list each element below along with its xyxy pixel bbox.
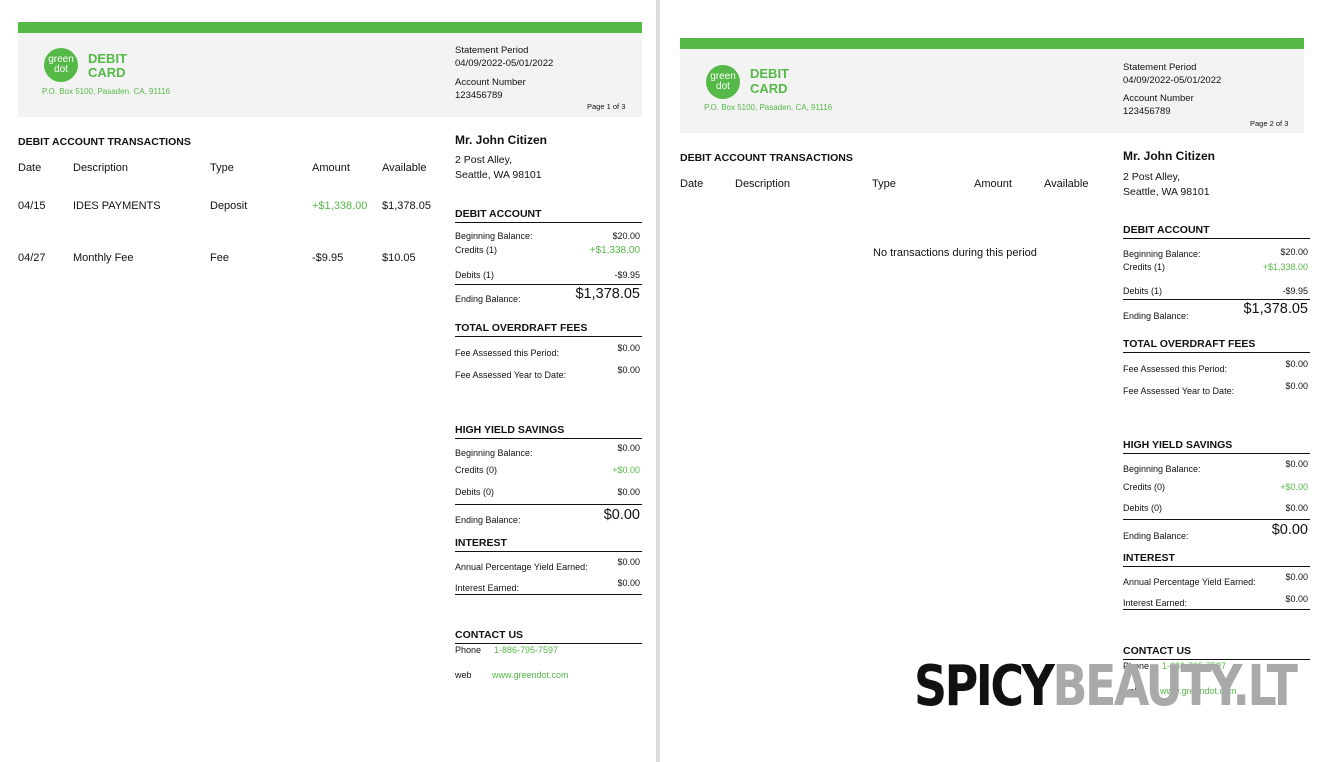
contact-title: CONTACT US	[455, 629, 642, 644]
column-description: Description	[735, 178, 791, 190]
column-amount: Amount	[312, 162, 350, 174]
row-type: Deposit	[210, 200, 248, 212]
row-available: $10.05	[382, 252, 416, 264]
column-available: Available	[1044, 178, 1089, 190]
savings-title: HIGH YIELD SAVINGS	[1123, 439, 1310, 454]
green-dot-logo-icon: green dot	[706, 65, 740, 99]
page-number: Page 1 of 3	[587, 102, 626, 111]
row-amount: -$9.95	[312, 252, 344, 264]
interest-rule	[455, 594, 642, 595]
statement-period-value: 04/09/2022-05/01/2022	[1123, 75, 1222, 86]
balance-rule	[1123, 519, 1310, 520]
no-transactions-message: No transactions during this period	[873, 247, 1037, 259]
watermark-part1: SPICY	[914, 654, 1055, 719]
statement-period-label: Statement Period	[455, 45, 529, 56]
header-band: green dot DEBIT CARD P.O. Box 5100, Pasad…	[680, 49, 1304, 133]
balance-rule	[1123, 299, 1310, 300]
header-band: green dot DEBIT CARD P.O. Box 5100, Pasad…	[18, 33, 642, 117]
column-description: Description	[73, 162, 129, 174]
savings-ending-value: $0.00	[603, 507, 640, 523]
page-number: Page 2 of 3	[1250, 119, 1289, 128]
debit-account-title: DEBIT ACCOUNT	[455, 208, 642, 223]
overdraft-title: TOTAL OVERDRAFT FEES	[1123, 338, 1310, 353]
transactions-title: DEBIT ACCOUNT TRANSACTIONS	[18, 136, 191, 148]
statement-period-value: 04/09/2022-05/01/2022	[455, 58, 554, 69]
savings-title: HIGH YIELD SAVINGS	[455, 424, 642, 439]
watermark-part2: BEAUTY.LT	[1052, 654, 1298, 719]
column-available: Available	[382, 162, 427, 174]
balance-rule	[455, 504, 642, 505]
customer-address-line1: 2 Post Alley,	[455, 154, 513, 166]
customer-address-line2: Seattle, WA 98101	[1123, 186, 1210, 198]
balance-rule	[455, 284, 642, 285]
row-date: 04/15	[18, 200, 46, 212]
interest-rule	[1123, 609, 1310, 610]
header-green-bar	[680, 38, 1304, 49]
debit-account-title: DEBIT ACCOUNT	[1123, 224, 1310, 239]
logo-word-card: CARD	[88, 65, 126, 80]
column-type: Type	[210, 162, 234, 174]
customer-address-line1: 2 Post Alley,	[1123, 171, 1181, 183]
interest-title: INTEREST	[1123, 552, 1310, 567]
column-date: Date	[18, 162, 42, 174]
phone-link[interactable]: 1-886-795-7597	[494, 645, 558, 655]
logo-word-debit: DEBIT	[750, 66, 789, 81]
logo-word-card: CARD	[750, 81, 788, 96]
statement-page-2: green dot DEBIT CARD P.O. Box 5100, Pasad…	[680, 0, 1310, 762]
header-green-bar	[18, 22, 642, 33]
web-link[interactable]: www.greendot.com	[492, 670, 569, 680]
watermark-logo: SPICYBEAUTY.LT	[914, 652, 1298, 722]
account-number-value: 123456789	[455, 90, 503, 101]
column-date: Date	[680, 178, 704, 190]
debit-ending-value: $1,378.05	[575, 286, 640, 302]
row-description: Monthly Fee	[73, 252, 134, 264]
row-date: 04/27	[18, 252, 46, 264]
account-number-label: Account Number	[1123, 93, 1194, 104]
account-number-label: Account Number	[455, 77, 526, 88]
customer-name: Mr. John Citizen	[455, 133, 548, 147]
customer-address-line2: Seattle, WA 98101	[455, 169, 542, 181]
row-description: IDES PAYMENTS	[73, 200, 161, 212]
account-number-value: 123456789	[1123, 106, 1171, 117]
interest-title: INTEREST	[455, 537, 642, 552]
row-available: $1,378.05	[382, 200, 431, 212]
row-type: Fee	[210, 252, 229, 264]
overdraft-title: TOTAL OVERDRAFT FEES	[455, 322, 642, 337]
bank-address: P.O. Box 5100, Pasaden. CA, 91116	[704, 103, 833, 112]
transactions-title: DEBIT ACCOUNT TRANSACTIONS	[680, 152, 853, 164]
debit-ending-value: $1,378.05	[1243, 301, 1308, 317]
column-type: Type	[872, 178, 896, 190]
bank-address: P.O. Box 5100, Pasaden. CA, 91116	[42, 87, 171, 96]
row-amount: +$1,338.00	[312, 200, 368, 212]
page-divider	[656, 0, 660, 762]
statement-page-1: green dot DEBIT CARD P.O. Box 5100, Pasad…	[18, 0, 642, 762]
statement-period-label: Statement Period	[1123, 62, 1197, 73]
savings-ending-value: $0.00	[1271, 522, 1308, 538]
customer-name: Mr. John Citizen	[1123, 149, 1216, 163]
column-amount: Amount	[974, 178, 1012, 190]
logo-word-debit: DEBIT	[88, 51, 127, 66]
green-dot-logo-icon: green dot	[44, 48, 78, 82]
